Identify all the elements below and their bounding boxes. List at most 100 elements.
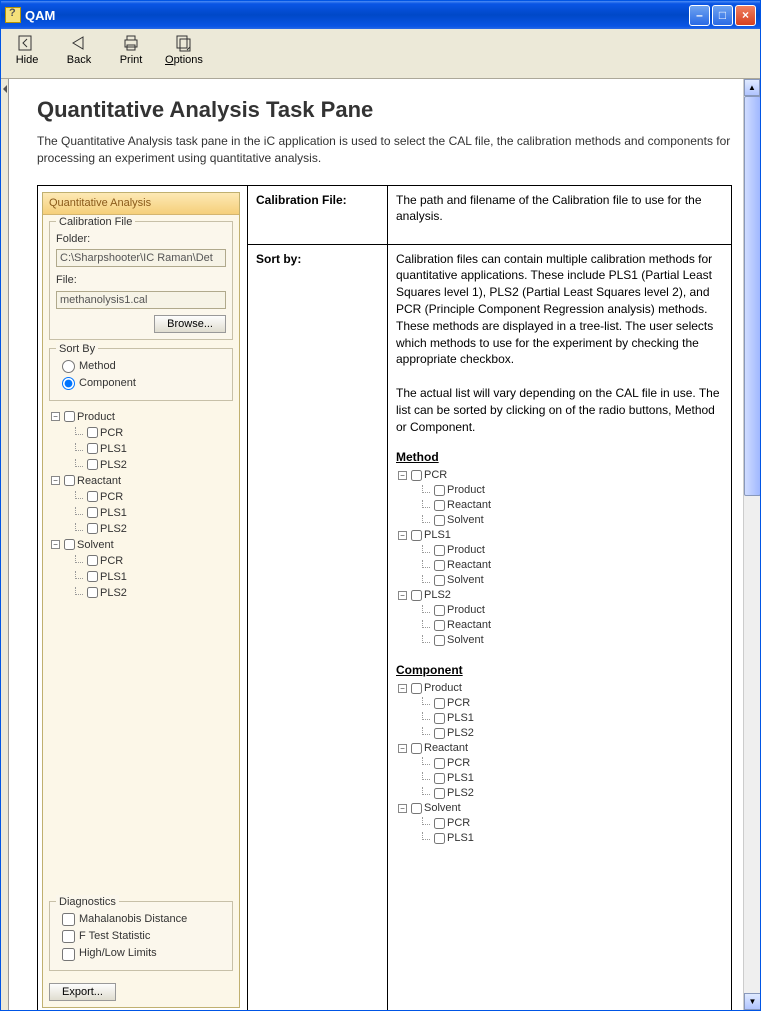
tree-node[interactable]: − PCR	[398, 468, 723, 483]
tree-node[interactable]: PLS2	[71, 521, 233, 537]
tree-node[interactable]: PLS1	[71, 569, 233, 585]
tree-node[interactable]: Solvent	[418, 573, 723, 588]
expand-icon[interactable]: −	[51, 476, 60, 485]
tree-node[interactable]: PCR	[71, 425, 233, 441]
expand-icon[interactable]: −	[398, 804, 407, 813]
tree-checkbox[interactable]	[434, 833, 445, 844]
diagnostic-checkbox[interactable]	[62, 930, 75, 943]
tree-checkbox[interactable]	[87, 507, 98, 518]
tree-node[interactable]: PLS2	[71, 457, 233, 473]
tree-checkbox[interactable]	[87, 427, 98, 438]
tree-node[interactable]: Solvent	[418, 513, 723, 528]
tree-node[interactable]: PLS1	[418, 771, 723, 786]
file-field[interactable]	[56, 291, 226, 309]
hide-button[interactable]: Hide	[9, 33, 45, 74]
tree-node[interactable]: PCR	[71, 553, 233, 569]
back-button[interactable]: Back	[61, 33, 97, 74]
tree-checkbox[interactable]	[434, 545, 445, 556]
tree-checkbox[interactable]	[434, 758, 445, 769]
tree-checkbox[interactable]	[87, 491, 98, 502]
export-button[interactable]: Export...	[49, 983, 116, 1001]
tree-checkbox[interactable]	[434, 818, 445, 829]
expand-icon[interactable]: −	[398, 471, 407, 480]
tree-node[interactable]: Reactant	[418, 498, 723, 513]
tree-node[interactable]: − Product	[51, 409, 233, 425]
expand-icon[interactable]: −	[51, 412, 60, 421]
expand-icon[interactable]: −	[398, 531, 407, 540]
maximize-button[interactable]: □	[712, 5, 733, 26]
tree-node[interactable]: − Reactant	[398, 741, 723, 756]
tree-checkbox[interactable]	[87, 523, 98, 534]
tree-node[interactable]: Reactant	[418, 618, 723, 633]
tree-checkbox[interactable]	[434, 728, 445, 739]
tree-checkbox[interactable]	[411, 590, 422, 601]
tree-checkbox[interactable]	[411, 743, 422, 754]
tree-checkbox[interactable]	[434, 620, 445, 631]
tree-checkbox[interactable]	[87, 555, 98, 566]
tree-node[interactable]: Product	[418, 483, 723, 498]
sortby-method-radio[interactable]	[62, 360, 75, 373]
tree-checkbox[interactable]	[434, 560, 445, 571]
tree-checkbox[interactable]	[411, 803, 422, 814]
tree-node[interactable]: PLS2	[71, 585, 233, 601]
tree-checkbox[interactable]	[87, 443, 98, 454]
scroll-up-button[interactable]: ▲	[744, 79, 760, 96]
folder-field[interactable]	[56, 249, 226, 267]
tree-checkbox[interactable]	[434, 500, 445, 511]
tree-node[interactable]: − Solvent	[398, 801, 723, 816]
browse-button[interactable]: Browse...	[154, 315, 226, 333]
tree-node[interactable]: − PLS1	[398, 528, 723, 543]
tree-checkbox[interactable]	[434, 485, 445, 496]
tree-checkbox[interactable]	[434, 713, 445, 724]
tree-node[interactable]: PLS1	[418, 831, 723, 846]
tree-node[interactable]: PCR	[71, 489, 233, 505]
expand-icon[interactable]: −	[51, 540, 60, 549]
tree-checkbox[interactable]	[87, 587, 98, 598]
options-button[interactable]: Options	[165, 33, 203, 74]
tree-checkbox[interactable]	[434, 773, 445, 784]
scroll-down-button[interactable]: ▼	[744, 993, 760, 1010]
tree-node[interactable]: PLS1	[418, 711, 723, 726]
expand-icon[interactable]: −	[398, 684, 407, 693]
tree-node[interactable]: − PLS2	[398, 588, 723, 603]
diagnostic-checkbox[interactable]	[62, 948, 75, 961]
tree-node[interactable]: PLS1	[71, 505, 233, 521]
tree-node[interactable]: PLS1	[71, 441, 233, 457]
scroll-thumb[interactable]	[744, 96, 760, 496]
tree-checkbox[interactable]	[411, 470, 422, 481]
tree-checkbox[interactable]	[411, 530, 422, 541]
tree-node[interactable]: Solvent	[418, 633, 723, 648]
tree-node[interactable]: PLS2	[418, 786, 723, 801]
tree-checkbox[interactable]	[434, 575, 445, 586]
tree-checkbox[interactable]	[64, 475, 75, 486]
tree-checkbox[interactable]	[434, 788, 445, 799]
tree-checkbox[interactable]	[434, 515, 445, 526]
tree-node[interactable]: − Solvent	[51, 537, 233, 553]
tree-node[interactable]: PCR	[418, 756, 723, 771]
tree-node[interactable]: Product	[418, 543, 723, 558]
minimize-button[interactable]: –	[689, 5, 710, 26]
expand-icon[interactable]: −	[398, 744, 407, 753]
splitter-handle[interactable]	[1, 79, 9, 1010]
print-button[interactable]: Print	[113, 33, 149, 74]
sortby-component-radio[interactable]	[62, 377, 75, 390]
close-button[interactable]: ×	[735, 5, 756, 26]
vertical-scrollbar[interactable]: ▲ ▼	[743, 79, 760, 1010]
tree-node[interactable]: Product	[418, 603, 723, 618]
tree-checkbox[interactable]	[434, 605, 445, 616]
diagnostic-checkbox[interactable]	[62, 913, 75, 926]
tree-node[interactable]: PCR	[418, 696, 723, 711]
tree-checkbox[interactable]	[64, 411, 75, 422]
tree-node[interactable]: Reactant	[418, 558, 723, 573]
tree-checkbox[interactable]	[64, 539, 75, 550]
tree-node[interactable]: − Product	[398, 681, 723, 696]
tree-checkbox[interactable]	[411, 683, 422, 694]
tree-checkbox[interactable]	[87, 459, 98, 470]
tree-node[interactable]: PLS2	[418, 726, 723, 741]
expand-icon[interactable]: −	[398, 591, 407, 600]
tree-checkbox[interactable]	[87, 571, 98, 582]
tree-checkbox[interactable]	[434, 635, 445, 646]
methods-tree[interactable]: − Product PCR PLS1 PLS2− Reactant PCR PL…	[51, 409, 233, 601]
tree-checkbox[interactable]	[434, 698, 445, 709]
tree-node[interactable]: − Reactant	[51, 473, 233, 489]
